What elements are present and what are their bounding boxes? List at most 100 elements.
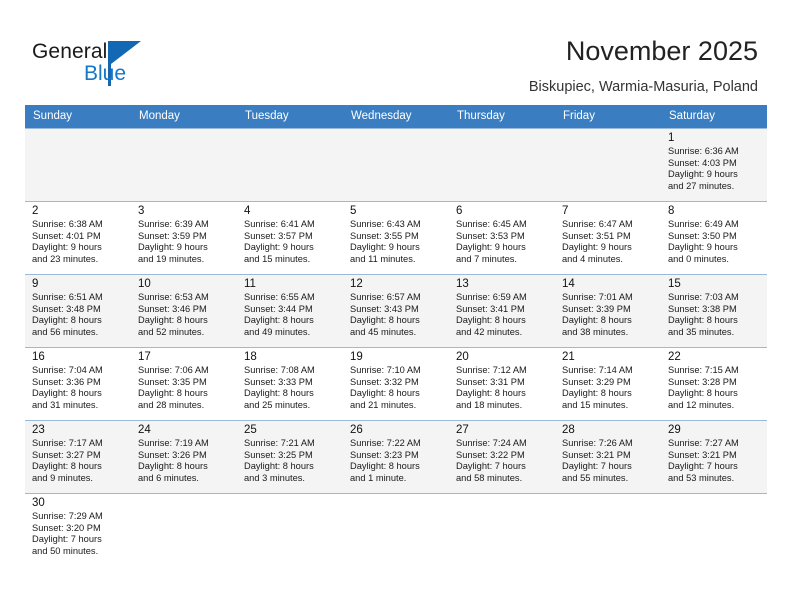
- calendar-day-cell[interactable]: 5 Sunrise: 6:43 AM Sunset: 3:55 PM Daylight…: [343, 201, 449, 274]
- calendar-cell-inner: [237, 128, 343, 201]
- calendar-day-cell[interactable]: 2 Sunrise: 6:38 AM Sunset: 4:01 PM Daylight…: [25, 201, 131, 274]
- sunset-text: Sunset: 3:39 PM: [562, 303, 631, 314]
- calendar-cell-inner: 2 Sunrise: 6:38 AM Sunset: 4:01 PM Daylight…: [25, 201, 131, 274]
- calendar-day-cell[interactable]: 19 Sunrise: 7:10 AM Sunset: 3:32 PM Dayligh…: [343, 347, 449, 420]
- daylight-text: Daylight: 7 hours: [562, 461, 632, 472]
- calendar-page: General Blue November 2025 Biskupiec, Wa…: [0, 0, 792, 612]
- sunset-text: Sunset: 4:01 PM: [32, 230, 101, 241]
- calendar-day-cell[interactable]: 10 Sunrise: 6:53 AM Sunset: 3:46 PM Dayligh…: [131, 274, 237, 347]
- calendar-cell-inner: 16 Sunrise: 7:04 AM Sunset: 3:36 PM Dayligh…: [25, 347, 131, 420]
- sunrise-text: Sunrise: 7:21 AM: [244, 438, 315, 448]
- sunrise-text: Sunrise: 6:57 AM: [350, 292, 421, 302]
- sunset-text: Sunset: 3:22 PM: [456, 449, 525, 460]
- day-number: 22: [668, 351, 681, 363]
- calendar-cell-inner: 8 Sunrise: 6:49 AM Sunset: 3:50 PM Daylight…: [661, 201, 767, 274]
- daylight-text: Daylight: 7 hours: [456, 461, 526, 472]
- calendar-cell-inner: 10 Sunrise: 6:53 AM Sunset: 3:46 PM Dayligh…: [131, 274, 237, 347]
- calendar-day-cell[interactable]: 18 Sunrise: 7:08 AM Sunset: 3:33 PM Dayligh…: [237, 347, 343, 420]
- calendar-cell-inner: [449, 493, 555, 566]
- calendar-day-cell[interactable]: 29 Sunrise: 7:27 AM Sunset: 3:21 PM Dayligh…: [661, 420, 767, 493]
- daylight-text: and 38 minutes.: [562, 326, 629, 337]
- sunset-text: Sunset: 3:36 PM: [32, 376, 101, 387]
- weekday-header-thursday: Thursday: [449, 105, 555, 128]
- weekday-header-sunday: Sunday: [25, 105, 131, 128]
- calendar-day-cell[interactable]: 20 Sunrise: 7:12 AM Sunset: 3:31 PM Dayligh…: [449, 347, 555, 420]
- day-number: 13: [456, 278, 469, 290]
- daylight-text: and 1 minute.: [350, 472, 407, 483]
- calendar-day-cell[interactable]: 11 Sunrise: 6:55 AM Sunset: 3:44 PM Dayligh…: [237, 274, 343, 347]
- calendar-cell-inner: 17 Sunrise: 7:06 AM Sunset: 3:35 PM Dayligh…: [131, 347, 237, 420]
- calendar-day-cell[interactable]: 24 Sunrise: 7:19 AM Sunset: 3:26 PM Dayligh…: [131, 420, 237, 493]
- calendar-day-cell[interactable]: 14 Sunrise: 7:01 AM Sunset: 3:39 PM Dayligh…: [555, 274, 661, 347]
- day-number: 4: [244, 205, 251, 217]
- daylight-text: and 55 minutes.: [562, 472, 629, 483]
- calendar-day-cell[interactable]: 28 Sunrise: 7:26 AM Sunset: 3:21 PM Dayligh…: [555, 420, 661, 493]
- calendar-day-cell[interactable]: 13 Sunrise: 6:59 AM Sunset: 3:41 PM Dayligh…: [449, 274, 555, 347]
- general-blue-logo[interactable]: General Blue: [32, 40, 182, 92]
- sunrise-text: Sunrise: 7:17 AM: [32, 438, 103, 448]
- daylight-text: Daylight: 9 hours: [562, 242, 632, 253]
- calendar-day-cell[interactable]: 21 Sunrise: 7:14 AM Sunset: 3:29 PM Dayligh…: [555, 347, 661, 420]
- calendar-week-row: 23 Sunrise: 7:17 AM Sunset: 3:27 PM Dayligh…: [25, 420, 767, 493]
- daylight-text: Daylight: 8 hours: [138, 388, 208, 399]
- sunrise-text: Sunrise: 6:59 AM: [456, 292, 527, 302]
- sunrise-text: Sunrise: 6:51 AM: [32, 292, 103, 302]
- daylight-text: Daylight: 9 hours: [456, 242, 526, 253]
- calendar-day-cell[interactable]: 22 Sunrise: 7:15 AM Sunset: 3:28 PM Dayligh…: [661, 347, 767, 420]
- sunrise-text: Sunrise: 7:10 AM: [350, 365, 421, 375]
- sunset-text: Sunset: 3:53 PM: [456, 230, 525, 241]
- daylight-text: Daylight: 8 hours: [244, 461, 314, 472]
- calendar-day-cell[interactable]: 6 Sunrise: 6:45 AM Sunset: 3:53 PM Daylight…: [449, 201, 555, 274]
- sunrise-text: Sunrise: 7:29 AM: [32, 511, 103, 521]
- calendar-cell-inner: 30 Sunrise: 7:29 AM Sunset: 3:20 PM Dayligh…: [25, 493, 131, 566]
- calendar-day-cell[interactable]: 8 Sunrise: 6:49 AM Sunset: 3:50 PM Daylight…: [661, 201, 767, 274]
- day-number: 28: [562, 424, 575, 436]
- calendar-cell-inner: 21 Sunrise: 7:14 AM Sunset: 3:29 PM Dayligh…: [555, 347, 661, 420]
- sunset-text: Sunset: 3:57 PM: [244, 230, 313, 241]
- daylight-text: and 15 minutes.: [244, 253, 311, 264]
- logo-text-blue: Blue: [84, 62, 127, 85]
- calendar-day-cell[interactable]: 16 Sunrise: 7:04 AM Sunset: 3:36 PM Dayligh…: [25, 347, 131, 420]
- calendar-day-cell[interactable]: 3 Sunrise: 6:39 AM Sunset: 3:59 PM Daylight…: [131, 201, 237, 274]
- calendar-day-cell[interactable]: 1 Sunrise: 6:36 AM Sunset: 4:03 PM Daylight…: [661, 128, 767, 201]
- calendar-cell-inner: 22 Sunrise: 7:15 AM Sunset: 3:28 PM Dayligh…: [661, 347, 767, 420]
- calendar-day-cell[interactable]: 26 Sunrise: 7:22 AM Sunset: 3:23 PM Dayligh…: [343, 420, 449, 493]
- daylight-text: Daylight: 8 hours: [244, 315, 314, 326]
- daylight-text: and 28 minutes.: [138, 399, 205, 410]
- calendar-day-cell[interactable]: 25 Sunrise: 7:21 AM Sunset: 3:25 PM Dayligh…: [237, 420, 343, 493]
- calendar-day-cell[interactable]: 27 Sunrise: 7:24 AM Sunset: 3:22 PM Dayligh…: [449, 420, 555, 493]
- daylight-text: Daylight: 8 hours: [32, 461, 102, 472]
- calendar-day-cell[interactable]: 4 Sunrise: 6:41 AM Sunset: 3:57 PM Daylight…: [237, 201, 343, 274]
- calendar-cell-inner: [343, 128, 449, 201]
- sunrise-text: Sunrise: 7:14 AM: [562, 365, 633, 375]
- daylight-text: and 0 minutes.: [668, 253, 729, 264]
- calendar-day-cell[interactable]: 15 Sunrise: 7:03 AM Sunset: 3:38 PM Dayligh…: [661, 274, 767, 347]
- sunrise-text: Sunrise: 7:22 AM: [350, 438, 421, 448]
- daylight-text: Daylight: 8 hours: [456, 315, 526, 326]
- calendar-cell-empty: [343, 128, 449, 201]
- calendar-day-cell[interactable]: 7 Sunrise: 6:47 AM Sunset: 3:51 PM Daylight…: [555, 201, 661, 274]
- sunset-text: Sunset: 3:23 PM: [350, 449, 419, 460]
- day-number: 10: [138, 278, 151, 290]
- sunrise-text: Sunrise: 6:38 AM: [32, 219, 103, 229]
- calendar-day-cell[interactable]: 17 Sunrise: 7:06 AM Sunset: 3:35 PM Dayligh…: [131, 347, 237, 420]
- calendar-cell-inner: [449, 128, 555, 201]
- calendar-cell-inner: 26 Sunrise: 7:22 AM Sunset: 3:23 PM Dayligh…: [343, 420, 449, 493]
- calendar-day-cell[interactable]: 23 Sunrise: 7:17 AM Sunset: 3:27 PM Dayligh…: [25, 420, 131, 493]
- day-number: 5: [350, 205, 357, 217]
- calendar-cell-inner: [25, 128, 131, 201]
- sunset-text: Sunset: 3:20 PM: [32, 522, 101, 533]
- calendar-cell-inner: 9 Sunrise: 6:51 AM Sunset: 3:48 PM Daylight…: [25, 274, 131, 347]
- daylight-text: and 27 minutes.: [668, 180, 735, 191]
- calendar-day-cell[interactable]: 9 Sunrise: 6:51 AM Sunset: 3:48 PM Daylight…: [25, 274, 131, 347]
- sunrise-text: Sunrise: 6:53 AM: [138, 292, 209, 302]
- calendar-cell-empty: [131, 493, 237, 566]
- day-number: 18: [244, 351, 257, 363]
- calendar-day-cell[interactable]: 30 Sunrise: 7:29 AM Sunset: 3:20 PM Dayligh…: [25, 493, 131, 566]
- daylight-text: and 50 minutes.: [32, 545, 99, 556]
- sunset-text: Sunset: 3:46 PM: [138, 303, 207, 314]
- daylight-text: and 15 minutes.: [562, 399, 629, 410]
- calendar-day-cell[interactable]: 12 Sunrise: 6:57 AM Sunset: 3:43 PM Dayligh…: [343, 274, 449, 347]
- daylight-text: Daylight: 9 hours: [138, 242, 208, 253]
- calendar-cell-inner: 19 Sunrise: 7:10 AM Sunset: 3:32 PM Dayligh…: [343, 347, 449, 420]
